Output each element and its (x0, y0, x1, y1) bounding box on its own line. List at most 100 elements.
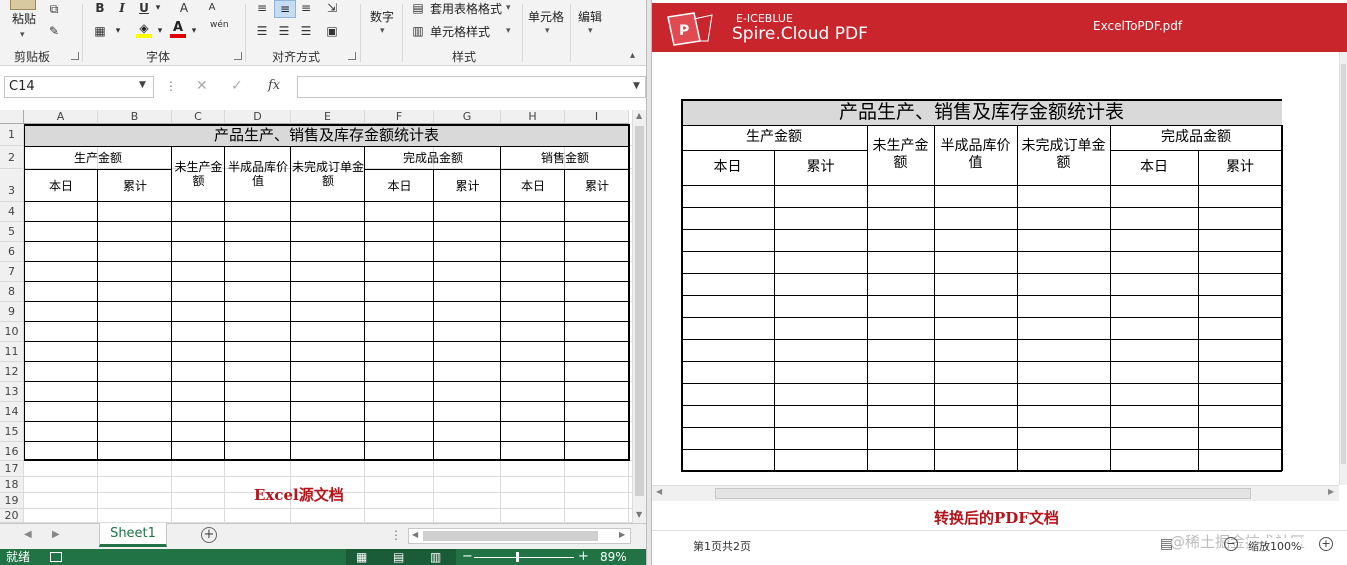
column-header[interactable]: B (98, 110, 172, 124)
row-header[interactable]: 7 (0, 262, 24, 282)
font-launcher-icon[interactable] (234, 52, 242, 60)
wrap-text-icon[interactable]: ⇲ (324, 1, 340, 15)
row-header[interactable]: 19 (0, 493, 24, 509)
align-middle-icon[interactable]: ≡ (274, 0, 296, 18)
scroll-thumb[interactable] (635, 126, 644, 496)
confirm-entry-icon[interactable]: ✓ (231, 78, 243, 94)
pdf-hscroll-thumb[interactable] (715, 488, 1251, 499)
pdf-horizontal-scrollbar[interactable]: ◀ ▶ (652, 485, 1339, 501)
column-header[interactable]: H (501, 110, 565, 124)
pdf-zoom-level[interactable]: 缩放100% (1248, 538, 1302, 554)
editing-button[interactable]: 编辑 (578, 10, 602, 24)
phonetic-icon[interactable]: wén (210, 20, 229, 30)
pdf-hscroll-left-icon[interactable]: ◀ (656, 487, 662, 496)
scroll-down-icon[interactable]: ▼ (636, 510, 642, 519)
italic-button[interactable]: I (114, 1, 130, 15)
page-layout-icon[interactable]: ▤ (393, 549, 404, 565)
row-header[interactable]: 2 (0, 146, 24, 169)
row-header[interactable]: 1 (0, 124, 24, 146)
sheet-tab-sheet1[interactable]: Sheet1 (99, 523, 167, 547)
horizontal-scrollbar[interactable]: ◀ ▶ (408, 528, 631, 544)
row-header[interactable]: 10 (0, 322, 24, 342)
hscroll-thumb[interactable] (423, 531, 598, 541)
row-header[interactable]: 11 (0, 342, 24, 362)
cells-dropdown-icon[interactable]: ▾ (545, 26, 550, 36)
zoom-level[interactable]: 89% (600, 549, 627, 565)
decrease-font-icon[interactable]: A (176, 1, 192, 15)
pdf-zoom-out-icon[interactable]: − (1224, 537, 1238, 551)
increase-font-icon[interactable]: A (204, 1, 220, 15)
zoom-slider[interactable] (474, 552, 574, 562)
cancel-entry-icon[interactable]: ✕ (196, 78, 208, 94)
row-header[interactable]: 9 (0, 302, 24, 322)
table-style-dropdown-icon[interactable]: ▾ (506, 3, 511, 13)
column-header[interactable]: G (434, 110, 501, 124)
expand-formula-icon[interactable]: ▼ (633, 81, 640, 91)
font-color-dropdown-icon[interactable]: ▾ (186, 24, 202, 38)
row-header[interactable]: 20 (0, 509, 24, 523)
cells-button[interactable]: 单元格 (528, 10, 564, 24)
format-painter-icon[interactable]: ✎ (46, 24, 62, 38)
border-dropdown-icon[interactable]: ▾ (110, 24, 126, 38)
pdf-vertical-scrollbar[interactable] (1339, 52, 1347, 485)
bold-button[interactable]: B (92, 1, 108, 15)
normal-view-icon[interactable]: ▦ (356, 549, 367, 565)
number-format-button[interactable]: 数字 (370, 10, 394, 24)
underline-dropdown-icon[interactable]: ▾ (150, 1, 166, 15)
formula-input[interactable] (297, 76, 646, 98)
vertical-scrollbar[interactable]: ▲ ▼ (632, 110, 646, 523)
row-header[interactable]: 6 (0, 242, 24, 262)
merge-center-icon[interactable]: ▣ (324, 24, 340, 38)
row-header[interactable]: 5 (0, 222, 24, 242)
align-launcher-icon[interactable] (348, 52, 356, 60)
pdf-scroll-thumb[interactable] (1341, 64, 1346, 464)
insert-function-icon[interactable]: fx (268, 78, 280, 93)
font-color-icon[interactable]: A (170, 21, 186, 38)
pdf-hscroll-right-icon[interactable]: ▶ (1328, 487, 1334, 496)
conditional-format-icon[interactable]: ▤ (410, 1, 426, 15)
zoom-in-icon[interactable]: + (578, 549, 589, 565)
fill-color-dropdown-icon[interactable]: ▾ (152, 24, 168, 38)
page-break-icon[interactable]: ▥ (430, 549, 441, 565)
align-right-icon[interactable]: ☰ (298, 24, 314, 38)
clipboard-launcher-icon[interactable] (71, 52, 79, 60)
pdf-zoom-in-icon[interactable]: + (1319, 537, 1333, 551)
pdf-page-area[interactable]: 产品生产、销售及库存金额统计表 生产金额 未生产金额 半成品库价值 未完成订单金额 完成品… (652, 52, 1339, 485)
paste-button[interactable]: 粘贴 (12, 12, 36, 26)
name-box-dropdown-icon[interactable]: ▼ (139, 80, 146, 90)
row-header[interactable]: 14 (0, 402, 24, 422)
paste-dropdown-icon[interactable]: ▾ (20, 30, 25, 40)
row-header[interactable]: 15 (0, 422, 24, 442)
row-header[interactable]: 4 (0, 202, 24, 222)
column-header[interactable]: D (225, 110, 291, 124)
row-header[interactable]: 13 (0, 382, 24, 402)
align-left-icon[interactable]: ☰ (254, 24, 270, 38)
cell-styles-button[interactable]: 单元格样式 (430, 25, 490, 39)
select-all-corner[interactable] (0, 110, 24, 124)
cell-style-icon[interactable]: ▥ (410, 24, 426, 38)
hscroll-right-icon[interactable]: ▶ (619, 530, 625, 539)
row-header[interactable]: 16 (0, 442, 24, 461)
tab-split-handle[interactable]: ⋮ (390, 528, 402, 542)
column-header[interactable]: A (24, 110, 98, 124)
row-header[interactable]: 12 (0, 362, 24, 382)
scroll-up-icon[interactable]: ▲ (636, 111, 642, 120)
row-header[interactable]: 8 (0, 282, 24, 302)
hscroll-left-icon[interactable]: ◀ (412, 530, 418, 539)
zoom-slider-thumb[interactable] (516, 552, 519, 562)
row-header[interactable]: 17 (0, 461, 24, 477)
editing-dropdown-icon[interactable]: ▾ (588, 26, 593, 36)
copy-icon[interactable]: ⧉ (46, 2, 62, 16)
column-header[interactable]: C (172, 110, 225, 124)
align-bottom-icon[interactable]: ≡ (298, 1, 314, 15)
row-header[interactable]: 3 (0, 169, 24, 202)
name-box[interactable]: C14 (4, 76, 154, 98)
align-top-icon[interactable]: ≡ (254, 1, 270, 15)
row-header[interactable]: 18 (0, 477, 24, 493)
format-as-table-button[interactable]: 套用表格格式 (430, 2, 502, 16)
border-icon[interactable]: ▦ (92, 24, 108, 38)
macro-record-icon[interactable] (50, 552, 62, 562)
add-sheet-icon[interactable]: + (201, 527, 217, 543)
next-sheet-icon[interactable]: ▶ (52, 529, 60, 540)
align-center-icon[interactable]: ☰ (276, 24, 292, 38)
